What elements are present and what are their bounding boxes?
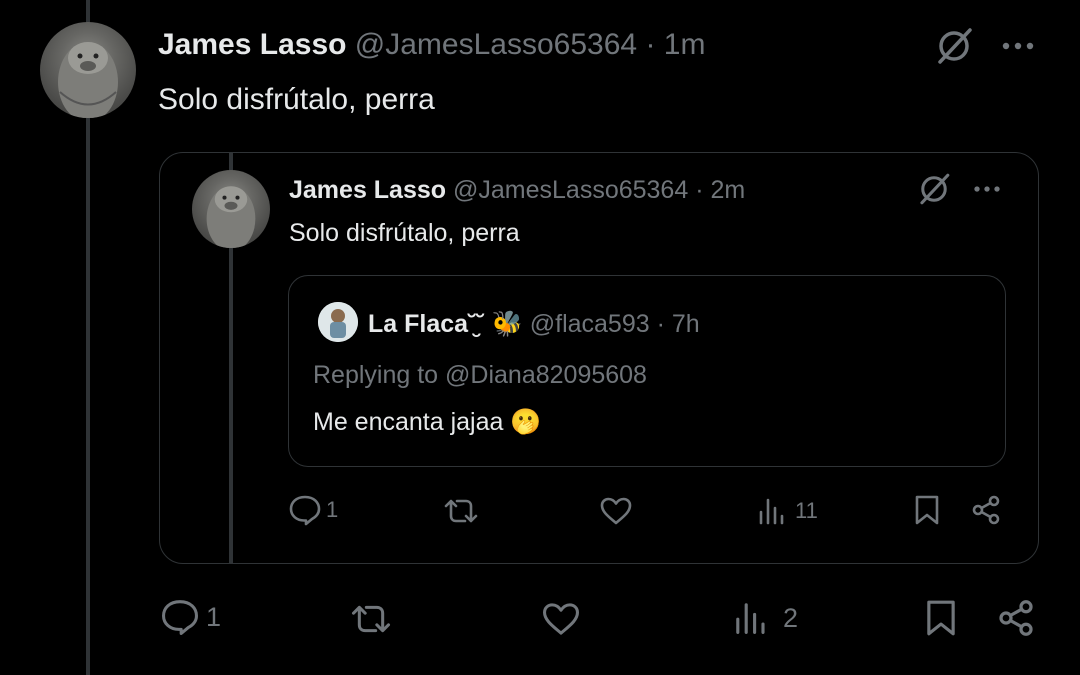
nested-timestamp[interactable]: 7h (672, 310, 700, 338)
retweet-icon (351, 605, 391, 633)
nested-user-handle[interactable]: @flaca593 (530, 310, 650, 338)
grok-icon[interactable] (932, 24, 976, 68)
views-button[interactable]: 2 (733, 600, 798, 636)
more-options-icon[interactable] (1000, 36, 1036, 56)
timestamp[interactable]: 1m (664, 28, 706, 61)
nested-text-body: Me encanta jajaa (313, 408, 504, 436)
retweet-button[interactable] (350, 601, 392, 637)
avatar[interactable] (40, 22, 136, 118)
bookmark-icon (927, 600, 955, 636)
display-name[interactable]: James Lasso (158, 28, 346, 61)
quoted-separator-dot: · (695, 176, 704, 204)
quoted-views-button[interactable]: 11 (757, 496, 818, 526)
like-button[interactable] (541, 601, 581, 637)
reply-count: 1 (206, 601, 222, 632)
nested-display-name[interactable]: La Flaca˘̮˘ (368, 310, 485, 338)
heart-icon (600, 497, 632, 525)
separator-dot: · (645, 28, 656, 61)
reply-icon (289, 495, 321, 526)
quoted-retweet-button[interactable] (443, 496, 479, 526)
replying-to-handle[interactable]: @Diana82095608 (445, 361, 647, 389)
heart-icon (543, 603, 579, 635)
quoted-timestamp[interactable]: 2m (710, 176, 745, 204)
quoted-display-name[interactable]: James Lasso (289, 176, 446, 204)
quoted-avatar[interactable] (192, 170, 270, 248)
quoted-header: James Lasso @JamesLasso65364 · 2m (289, 174, 745, 206)
bookmark-icon (915, 495, 939, 525)
quoted-like-button[interactable] (599, 496, 633, 526)
nested-separator-dot: · (656, 310, 665, 338)
replying-to-prefix: Replying to (313, 361, 439, 389)
quoted-reply-button[interactable]: 1 (288, 494, 338, 526)
nested-header: La Flaca˘̮˘ 🐝 @flaca593 · 7h (368, 308, 700, 340)
reply-button[interactable]: 1 (160, 598, 221, 636)
tweet-text: Solo disfrútalo, perra (158, 83, 435, 116)
bookmark-button[interactable] (924, 598, 958, 638)
quoted-reply-count: 1 (326, 497, 339, 522)
nested-tweet-text: Me encanta jajaa 🫢 (313, 405, 542, 439)
quoted-user-handle[interactable]: @JamesLasso65364 (453, 176, 688, 204)
quoted-tweet-text: Solo disfrútalo, perra (289, 219, 520, 247)
retweet-icon (444, 499, 478, 523)
views-icon (759, 498, 784, 525)
share-button[interactable] (996, 598, 1036, 638)
user-handle[interactable]: @JamesLasso65364 (355, 28, 637, 61)
replying-to-line: Replying to @Diana82095608 (313, 358, 647, 392)
views-icon (736, 603, 765, 634)
share-icon (999, 600, 1033, 636)
quoted-view-count: 11 (795, 498, 818, 523)
quoted-share-button[interactable] (970, 494, 1002, 526)
reply-icon (162, 600, 198, 635)
face-with-hand-emoji: 🫢 (510, 408, 542, 436)
bee-emoji: 🐝 (491, 310, 523, 338)
quoted-grok-icon[interactable] (915, 170, 953, 208)
share-icon (972, 495, 1000, 525)
nested-avatar[interactable] (318, 302, 358, 342)
tweet-header: James Lasso @JamesLasso65364 · 1m (158, 27, 705, 63)
quoted-more-options-icon[interactable] (972, 180, 1002, 198)
quoted-bookmark-button[interactable] (913, 494, 941, 526)
view-count: 2 (783, 602, 799, 633)
